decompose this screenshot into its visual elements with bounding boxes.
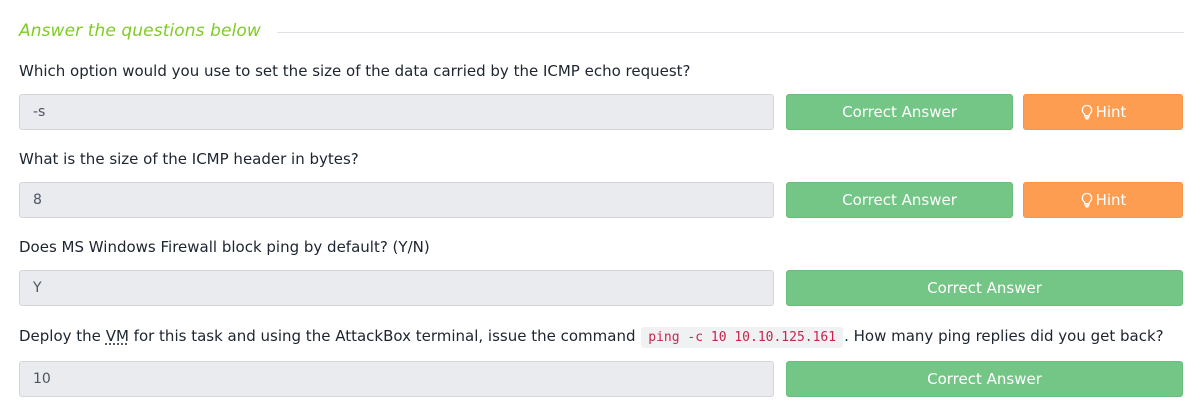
answer-input-3[interactable]: Y: [19, 270, 774, 306]
question-4-text-end: . How many ping replies did you get back…: [844, 327, 1164, 345]
lightbulb-icon: [1080, 192, 1094, 208]
question-4-text-middle: for this task and using the AttackBox te…: [128, 327, 641, 345]
question-4-text-start: Deploy the: [19, 327, 106, 345]
question-4-text: Deploy the VM for this task and using th…: [19, 325, 1164, 349]
correct-answer-button-4[interactable]: Correct Answer: [786, 361, 1183, 397]
correct-answer-button-2[interactable]: Correct Answer: [786, 182, 1013, 218]
question-3-text: Does MS Windows Firewall block ping by d…: [19, 238, 430, 256]
ping-command-code: ping -c 10 10.10.125.161: [641, 327, 844, 348]
correct-answer-button-3[interactable]: Correct Answer: [786, 270, 1183, 306]
answer-input-4[interactable]: 10: [19, 361, 774, 397]
hint-label: Hint: [1095, 191, 1127, 209]
question-1-text: Which option would you use to set the si…: [19, 62, 691, 80]
hint-button-1[interactable]: Hint: [1023, 94, 1183, 130]
answer-input-1[interactable]: -s: [19, 94, 774, 130]
correct-answer-label: Correct Answer: [842, 103, 957, 121]
correct-answer-button-1[interactable]: Correct Answer: [786, 94, 1013, 130]
correct-answer-label: Correct Answer: [842, 191, 957, 209]
hint-button-2[interactable]: Hint: [1023, 182, 1183, 218]
lightbulb-icon: [1080, 104, 1094, 120]
correct-answer-label: Correct Answer: [927, 370, 1042, 388]
question-2-text: What is the size of the ICMP header in b…: [19, 150, 359, 168]
correct-answer-label: Correct Answer: [927, 279, 1042, 297]
hint-label: Hint: [1095, 103, 1127, 121]
answer-input-2[interactable]: 8: [19, 182, 774, 218]
section-divider: [276, 31, 1184, 33]
section-title: Answer the questions below: [19, 21, 261, 41]
vm-abbreviation: VM: [105, 327, 129, 345]
section-header: Answer the questions below: [19, 18, 1184, 44]
